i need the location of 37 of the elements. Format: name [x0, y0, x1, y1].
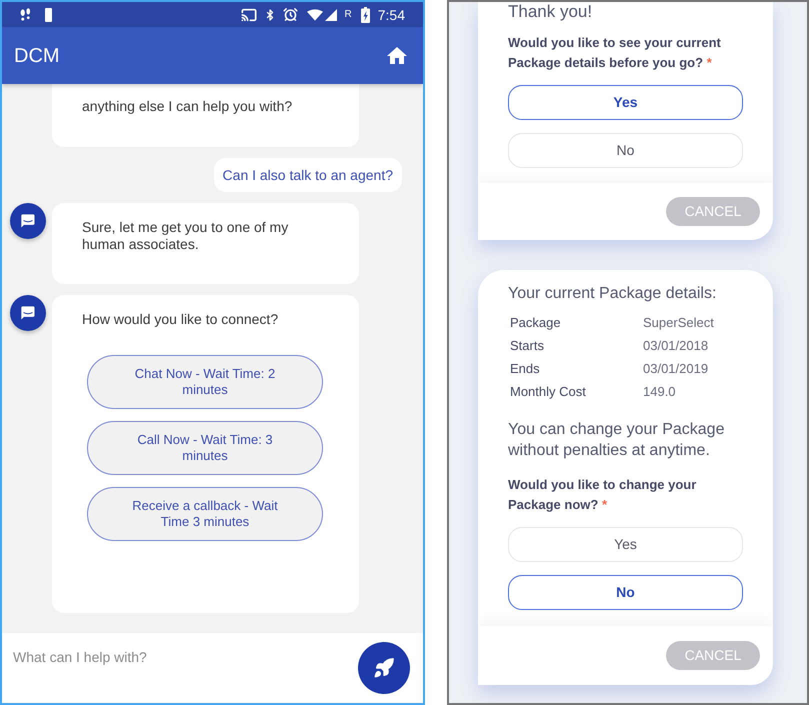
- bot-message-text: Sure, let me get you to one of my human associates.: [82, 219, 290, 253]
- detail-value: 03/01/2018: [643, 337, 710, 355]
- detail-label: Monthly Cost: [510, 383, 587, 401]
- send-button[interactable]: [358, 642, 410, 694]
- device-icon: [45, 8, 52, 22]
- question-text: Would you like to change your Package now? *: [508, 476, 698, 514]
- detail-label: Package: [510, 314, 562, 332]
- card-heading: Thank you!: [508, 2, 594, 22]
- home-icon[interactable]: [387, 47, 407, 64]
- bot-message-text: How would you like to connect?: [82, 311, 280, 328]
- detail-value: SuperSelect: [643, 314, 715, 332]
- cast-icon: [240, 6, 257, 22]
- choice-button[interactable]: No: [508, 575, 743, 610]
- choice-button[interactable]: Yes: [508, 527, 743, 562]
- signal-icon: [324, 8, 337, 20]
- choice-button[interactable]: Yes: [508, 85, 743, 120]
- network-label: R: [344, 8, 352, 20]
- user-message-bubble: Can I also talk to an agent?: [214, 158, 402, 192]
- question-text: Would you like to see your current Package details before you go? *: [508, 34, 722, 72]
- choice-button[interactable]: No: [508, 133, 743, 168]
- card-note: You can change your Package without penalties at anytime.: [508, 420, 726, 461]
- rocket-icon: [373, 657, 395, 679]
- clock-time: 7:54: [378, 6, 405, 22]
- option-button[interactable]: Chat Now - Wait Time: 2 minutes: [87, 355, 323, 409]
- detail-value: 149.0: [643, 383, 677, 401]
- battery-charging-icon: [360, 6, 370, 22]
- card-heading: Your current Package details:: [508, 284, 718, 304]
- detail-value: 03/01/2019: [643, 360, 710, 378]
- alarm-clock-icon: [282, 7, 298, 22]
- footprints-icon: [20, 8, 31, 21]
- app-title: DCM: [14, 44, 60, 68]
- option-button[interactable]: Call Now - Wait Time: 3 minutes: [87, 421, 323, 475]
- wifi-icon: [306, 8, 323, 20]
- option-button[interactable]: Receive a callback - Wait Time 3 minutes: [87, 487, 323, 541]
- bot-message-text: anything else I can help you with?: [82, 98, 294, 115]
- detail-label: Ends: [510, 360, 541, 378]
- detail-label: Starts: [510, 337, 545, 355]
